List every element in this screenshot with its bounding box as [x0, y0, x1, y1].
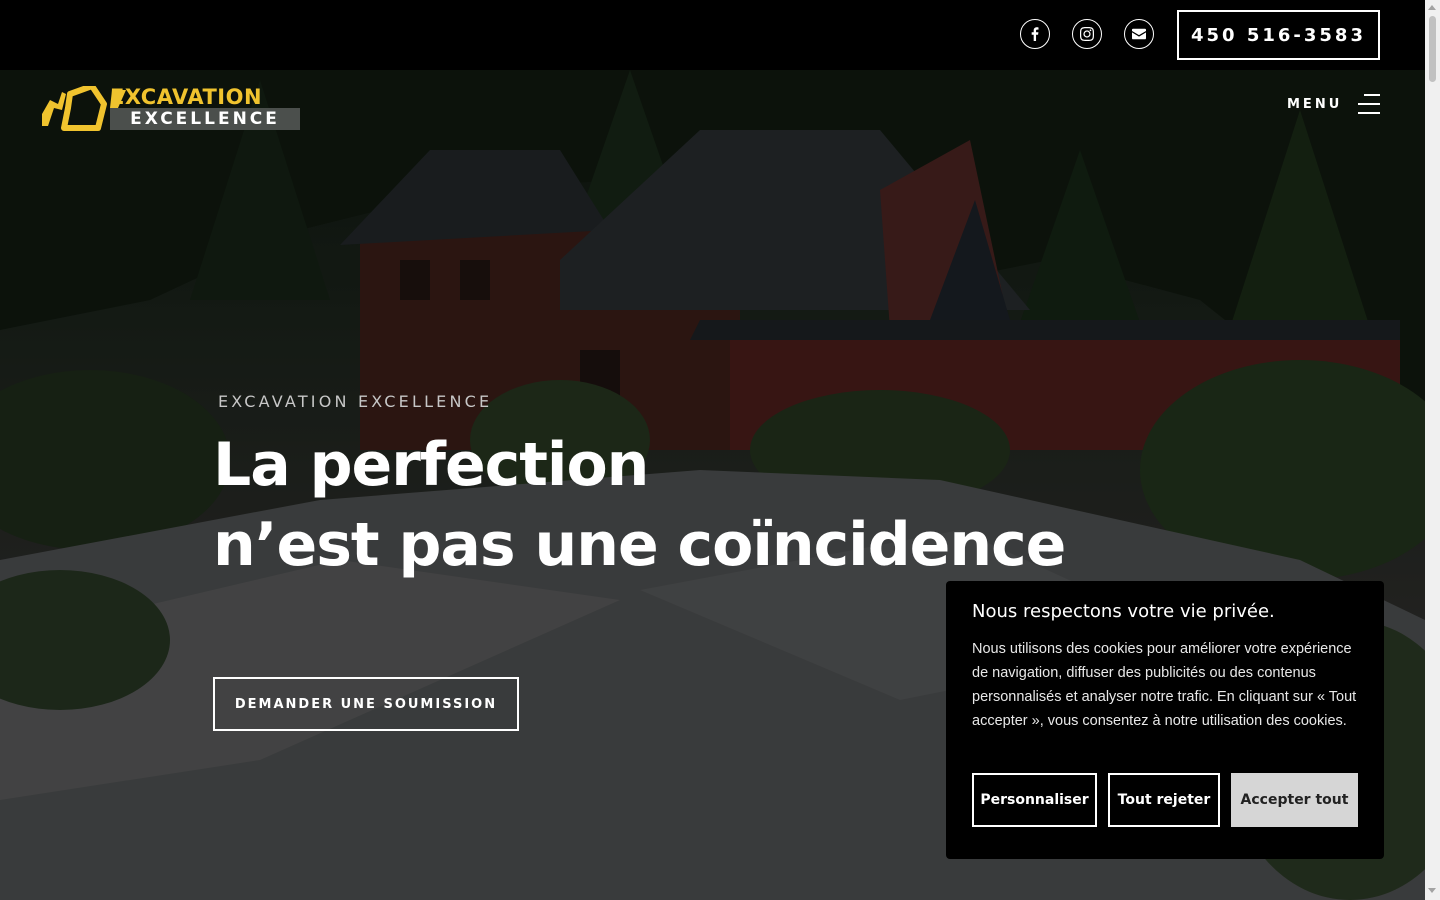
menu-label: MENU: [1287, 96, 1343, 112]
cookie-consent-banner: Nous respectons votre vie privée. Nous u…: [946, 581, 1384, 859]
envelope-icon: [1132, 28, 1146, 40]
top-bar: 450 516-3583: [0, 0, 1425, 70]
hero-headline: La perfection n’est pas une coïncidence: [213, 425, 1066, 585]
instagram-link[interactable]: [1072, 19, 1102, 49]
email-link[interactable]: [1124, 19, 1154, 49]
menu-button[interactable]: MENU: [1287, 94, 1381, 114]
phone-button[interactable]: 450 516-3583: [1177, 10, 1380, 60]
cookie-reject-button[interactable]: Tout rejeter: [1108, 773, 1220, 827]
facebook-icon: [1031, 27, 1039, 41]
request-quote-button[interactable]: DEMANDER UNE SOUMISSION: [213, 677, 519, 731]
logo-wordmark: EXCAVATION EXCELLENCE: [110, 86, 300, 130]
scroll-down-arrow-icon[interactable]: [1428, 888, 1436, 893]
hero-headline-line-2: n’est pas une coïncidence: [213, 510, 1066, 580]
hero-eyebrow: EXCAVATION EXCELLENCE: [218, 392, 493, 411]
instagram-icon: [1080, 27, 1094, 41]
site-logo[interactable]: EXCAVATION EXCELLENCE: [40, 83, 302, 137]
hero-headline-line-1: La perfection: [213, 430, 649, 500]
logo-word-excavation: EXCAVATION: [110, 85, 263, 109]
hamburger-icon: [1358, 94, 1381, 114]
logo-word-excellence: EXCELLENCE: [110, 108, 300, 130]
cookie-customize-button[interactable]: Personnaliser: [972, 773, 1097, 827]
cookie-body: Nous utilisons des cookies pour améliore…: [972, 641, 1357, 729]
cookie-title: Nous respectons votre vie privée.: [972, 601, 1275, 622]
scrollbar-thumb[interactable]: [1429, 16, 1436, 82]
cookie-accept-button[interactable]: Accepter tout: [1231, 773, 1358, 827]
scroll-up-arrow-icon[interactable]: [1428, 5, 1436, 10]
facebook-link[interactable]: [1020, 19, 1050, 49]
page-scrollbar[interactable]: [1425, 0, 1440, 900]
